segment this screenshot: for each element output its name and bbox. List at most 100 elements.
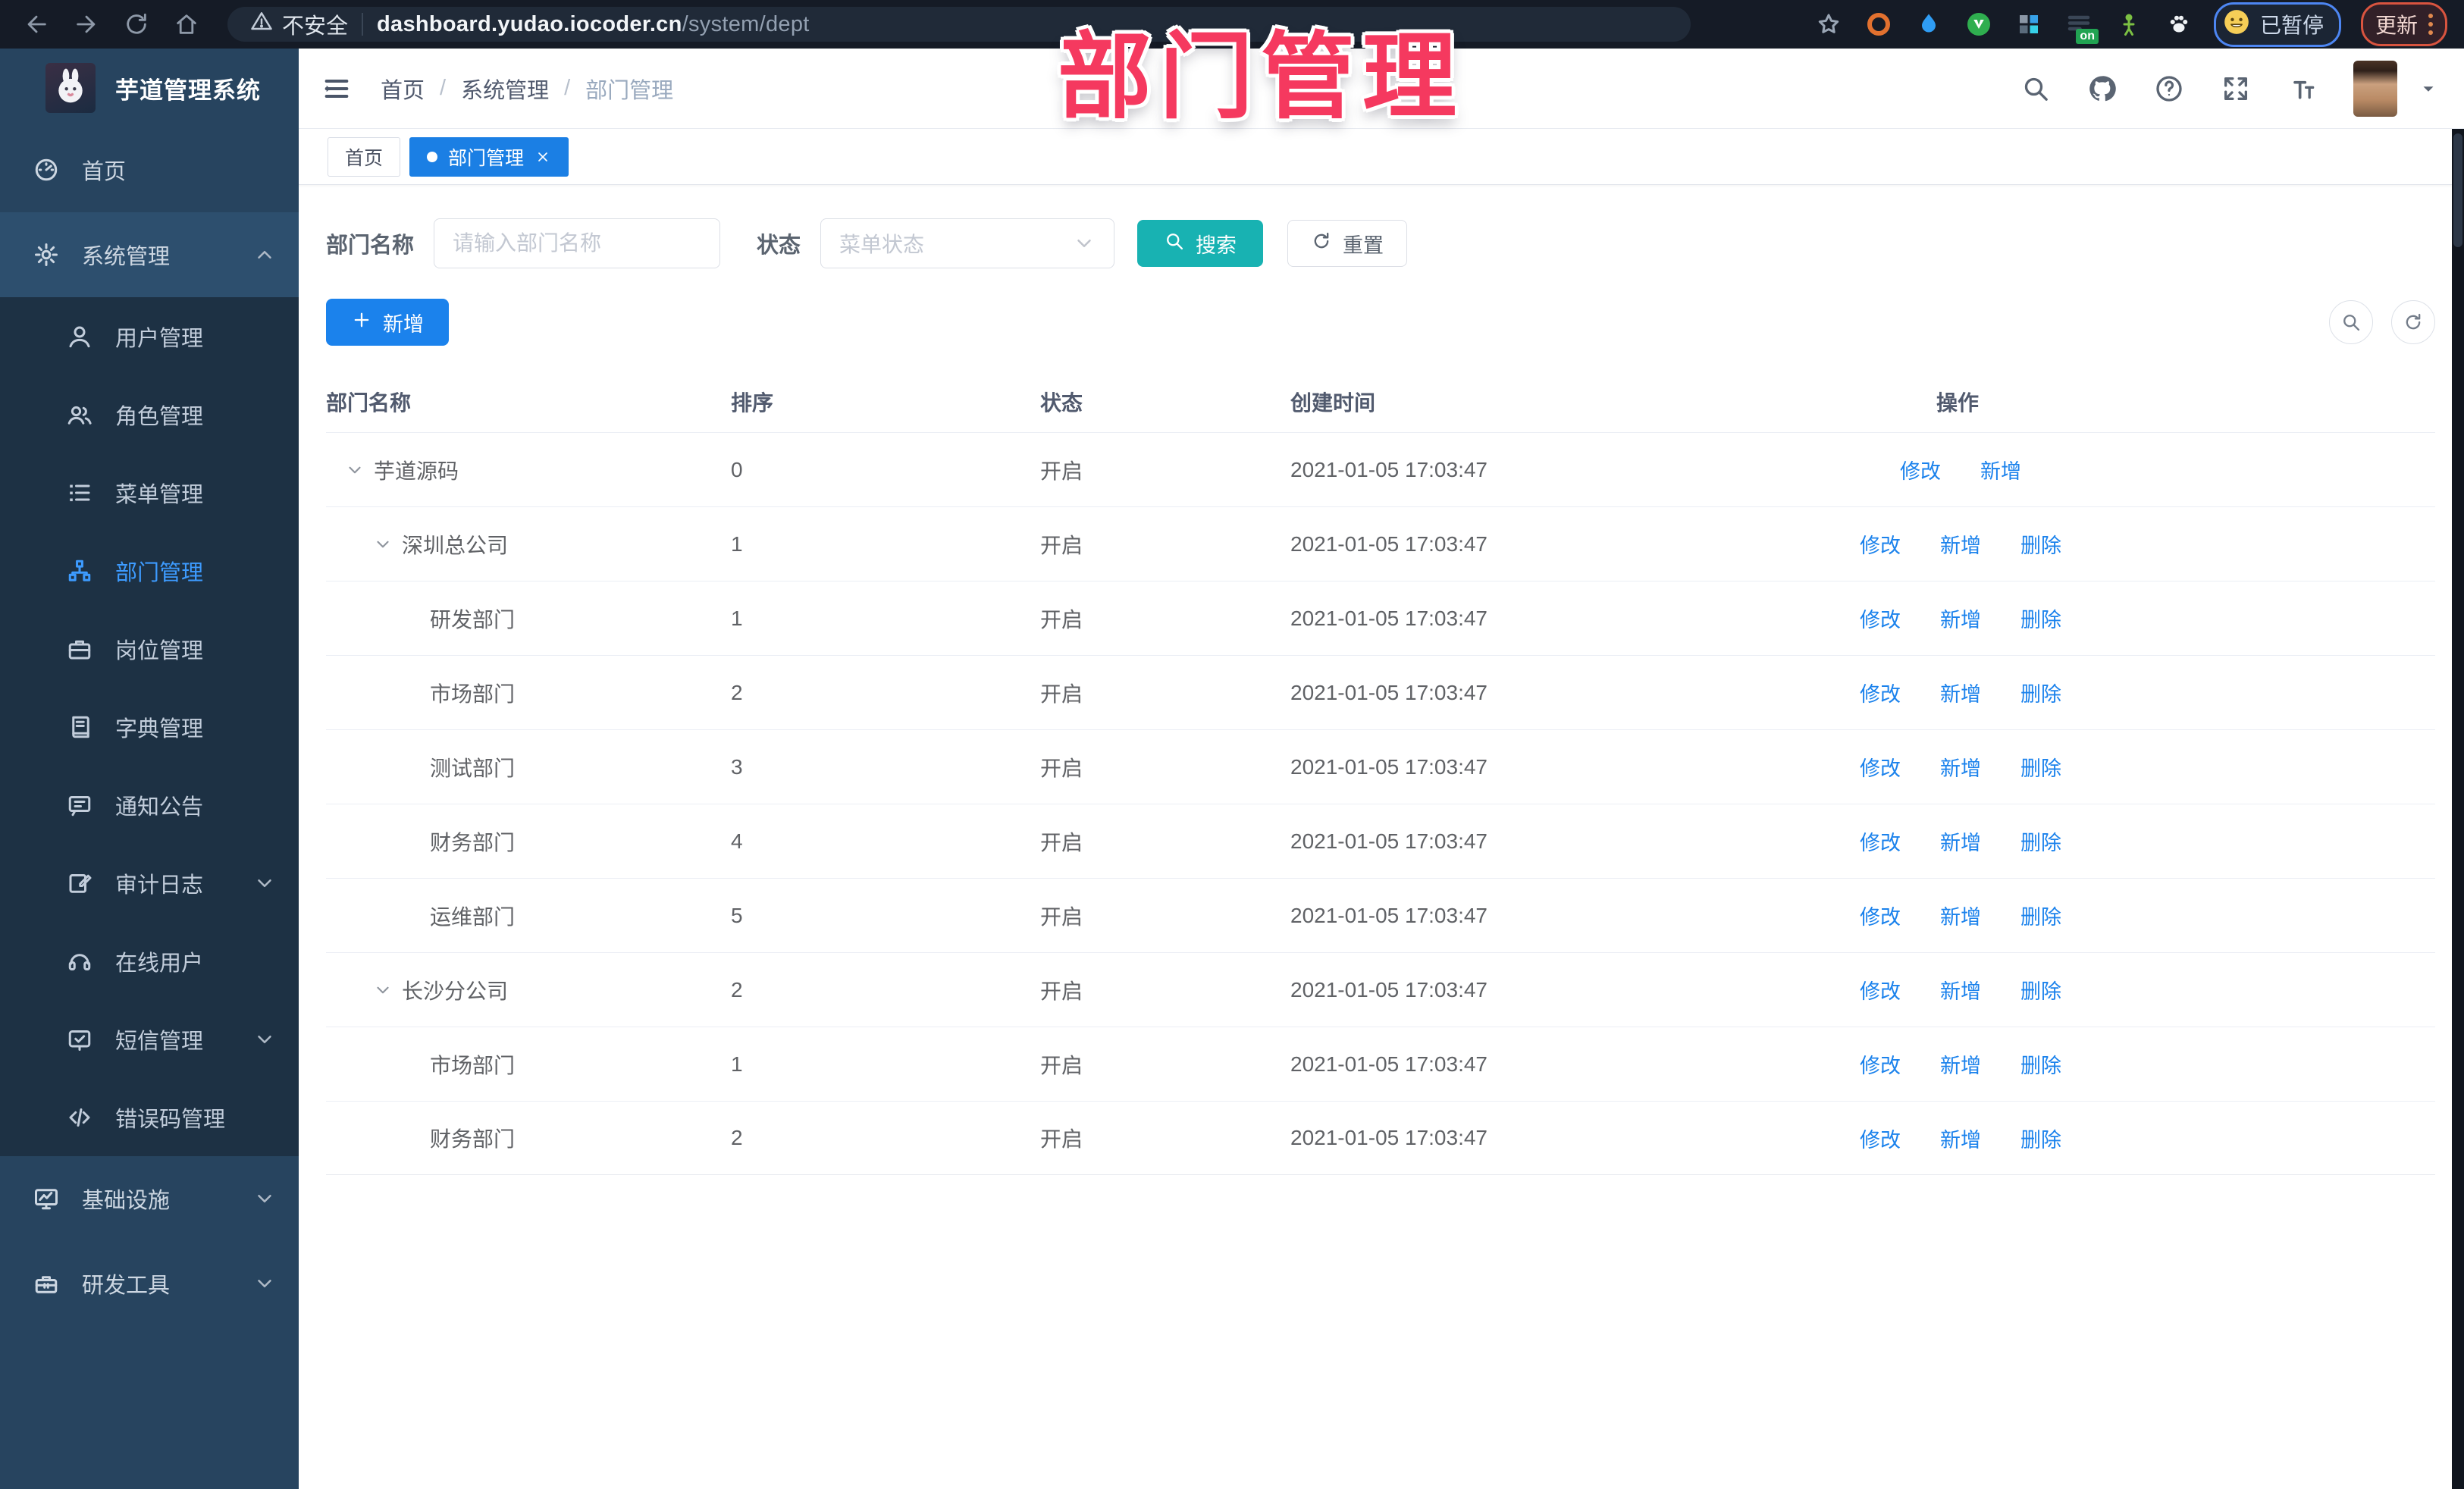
github-icon[interactable] [2086, 73, 2118, 105]
delete-link[interactable]: 删除 [2014, 678, 2061, 707]
reset-button[interactable]: 重置 [1287, 220, 1408, 267]
blue-drop-extension-icon[interactable] [1914, 9, 1944, 39]
font-size-icon[interactable] [2287, 73, 2318, 105]
sidebar-item-1[interactable]: 系统管理 [0, 212, 299, 297]
edit-link[interactable]: 修改 [1854, 826, 1901, 856]
add-link[interactable]: 新增 [1974, 455, 2021, 484]
delete-link[interactable]: 删除 [2014, 529, 2061, 559]
browser-update-button[interactable]: 更新 [2360, 2, 2447, 46]
browser-profile-button[interactable]: 已暂停 [2213, 2, 2341, 47]
add-link[interactable]: 新增 [1934, 975, 1981, 1005]
user-icon [65, 322, 94, 351]
edit-link[interactable]: 修改 [1854, 1124, 1901, 1153]
edit-link[interactable]: 修改 [1854, 678, 1901, 707]
edit-link[interactable]: 修改 [1854, 603, 1901, 633]
bookmark-star-icon[interactable] [1814, 9, 1844, 39]
close-tab-icon[interactable] [534, 149, 551, 165]
green-figure-extension-icon[interactable] [2114, 9, 2144, 39]
dept-name-input[interactable] [434, 218, 721, 268]
orange-ring-extension-icon[interactable] [1864, 9, 1894, 39]
help-icon[interactable] [2153, 73, 2185, 105]
edit-link[interactable]: 修改 [1854, 1049, 1901, 1079]
delete-link[interactable]: 删除 [2014, 603, 2061, 633]
add-link[interactable]: 新增 [1934, 901, 1981, 930]
add-link[interactable]: 新增 [1934, 603, 1981, 633]
sidebar-item-14[interactable]: 研发工具 [0, 1241, 299, 1326]
edit-link[interactable]: 修改 [1894, 455, 1941, 484]
add-link[interactable]: 新增 [1934, 678, 1981, 707]
add-link[interactable]: 新增 [1934, 826, 1981, 856]
delete-link[interactable]: 删除 [2014, 1049, 2061, 1079]
collapse-sidebar-icon[interactable] [321, 74, 352, 104]
sidebar-item-7[interactable]: 字典管理 [0, 688, 299, 766]
user-avatar[interactable] [2353, 60, 2397, 117]
sidebar-item-3[interactable]: 角色管理 [0, 375, 299, 453]
adblock-extension-icon[interactable]: on [2064, 9, 2099, 44]
add-link[interactable]: 新增 [1934, 752, 1981, 782]
grid-extension-icon[interactable] [2014, 9, 2044, 39]
fullscreen-icon[interactable] [2220, 73, 2252, 105]
tab-home[interactable]: 首页 [328, 136, 401, 177]
sidebar-item-12[interactable]: 错误码管理 [0, 1078, 299, 1156]
add-link[interactable]: 新增 [1934, 1049, 1981, 1079]
home-icon[interactable] [173, 11, 200, 38]
tree-expand-icon[interactable] [373, 534, 402, 554]
search-button[interactable]: 搜索 [1137, 220, 1264, 267]
delete-link[interactable]: 删除 [2014, 901, 2061, 930]
dept-name-cell: 芋道源码 [326, 455, 728, 485]
tab-dept-management[interactable]: 部门管理 [409, 136, 569, 177]
show-search-toggle-button[interactable] [2329, 300, 2373, 344]
add-link[interactable]: 新增 [1934, 1124, 1981, 1153]
sort-cell: 5 [731, 903, 743, 927]
app-logo-row[interactable]: 芋道管理系统 [0, 49, 299, 127]
browser-menu-icon[interactable] [2428, 14, 2433, 35]
add-dept-button[interactable]: 新增 [326, 299, 449, 346]
add-link[interactable]: 新增 [1934, 529, 1981, 559]
status-select-placeholder: 菜单状态 [839, 233, 925, 256]
sidebar-item-9[interactable]: 审计日志 [0, 844, 299, 922]
paw-extension-icon[interactable] [2164, 9, 2194, 39]
breadcrumb-separator: / [564, 76, 571, 100]
sidebar-item-4[interactable]: 菜单管理 [0, 453, 299, 531]
col-actions: 操作 [1936, 391, 1979, 415]
screen: 不安全 dashboard.yudao.iocoder.cn/system/de… [0, 0, 2464, 1489]
tree-expand-icon[interactable] [373, 980, 402, 1000]
edit-link[interactable]: 修改 [1854, 975, 1901, 1005]
reload-icon[interactable] [123, 11, 150, 38]
status-select[interactable]: 菜单状态 [820, 218, 1115, 268]
table-row: 财务部门 2 开启 2021-01-05 17:03:47 修改 新增 删除 [326, 1101, 2435, 1175]
scrollbar-thumb[interactable] [2453, 133, 2462, 247]
edit-link[interactable]: 修改 [1854, 529, 1901, 559]
vue-devtools-extension-icon[interactable] [1964, 9, 1994, 39]
sidebar-item-10[interactable]: 在线用户 [0, 922, 299, 1000]
breadcrumb-home[interactable]: 首页 [381, 73, 425, 105]
delete-link[interactable]: 删除 [2014, 1124, 2061, 1153]
security-warning[interactable]: 不安全 [250, 8, 348, 40]
users-icon [65, 400, 94, 429]
sidebar-item-2[interactable]: 用户管理 [0, 297, 299, 375]
sidebar-item-11[interactable]: 短信管理 [0, 1000, 299, 1078]
forward-icon[interactable] [73, 11, 100, 38]
edit-link[interactable]: 修改 [1854, 752, 1901, 782]
delete-link[interactable]: 删除 [2014, 752, 2061, 782]
delete-link[interactable]: 删除 [2014, 975, 2061, 1005]
delete-link[interactable]: 删除 [2014, 826, 2061, 856]
address-bar[interactable]: 不安全 dashboard.yudao.iocoder.cn/system/de… [227, 7, 1691, 42]
search-icon[interactable] [2020, 73, 2052, 105]
app-header: 首页 / 系统管理 / 部门管理 [299, 49, 2464, 129]
sidebar-item-0[interactable]: 首页 [0, 127, 299, 212]
sidebar-item-8[interactable]: 通知公告 [0, 766, 299, 844]
sidebar-item-6[interactable]: 岗位管理 [0, 610, 299, 688]
breadcrumb-system[interactable]: 系统管理 [461, 73, 549, 105]
tree-expand-icon[interactable] [345, 460, 374, 480]
avatar-caret-icon[interactable] [2419, 79, 2438, 99]
sidebar-item-13[interactable]: 基础设施 [0, 1156, 299, 1241]
on-badge: on [2076, 29, 2099, 44]
refresh-table-button[interactable] [2391, 300, 2435, 344]
edit-link[interactable]: 修改 [1854, 901, 1901, 930]
created-time-cell: 2021-01-05 17:03:47 [1290, 531, 1487, 556]
app-title: 芋道管理系统 [115, 77, 261, 104]
browser-scrollbar[interactable] [2452, 129, 2464, 1489]
sidebar-item-5[interactable]: 部门管理 [0, 531, 299, 610]
back-icon[interactable] [23, 11, 50, 38]
